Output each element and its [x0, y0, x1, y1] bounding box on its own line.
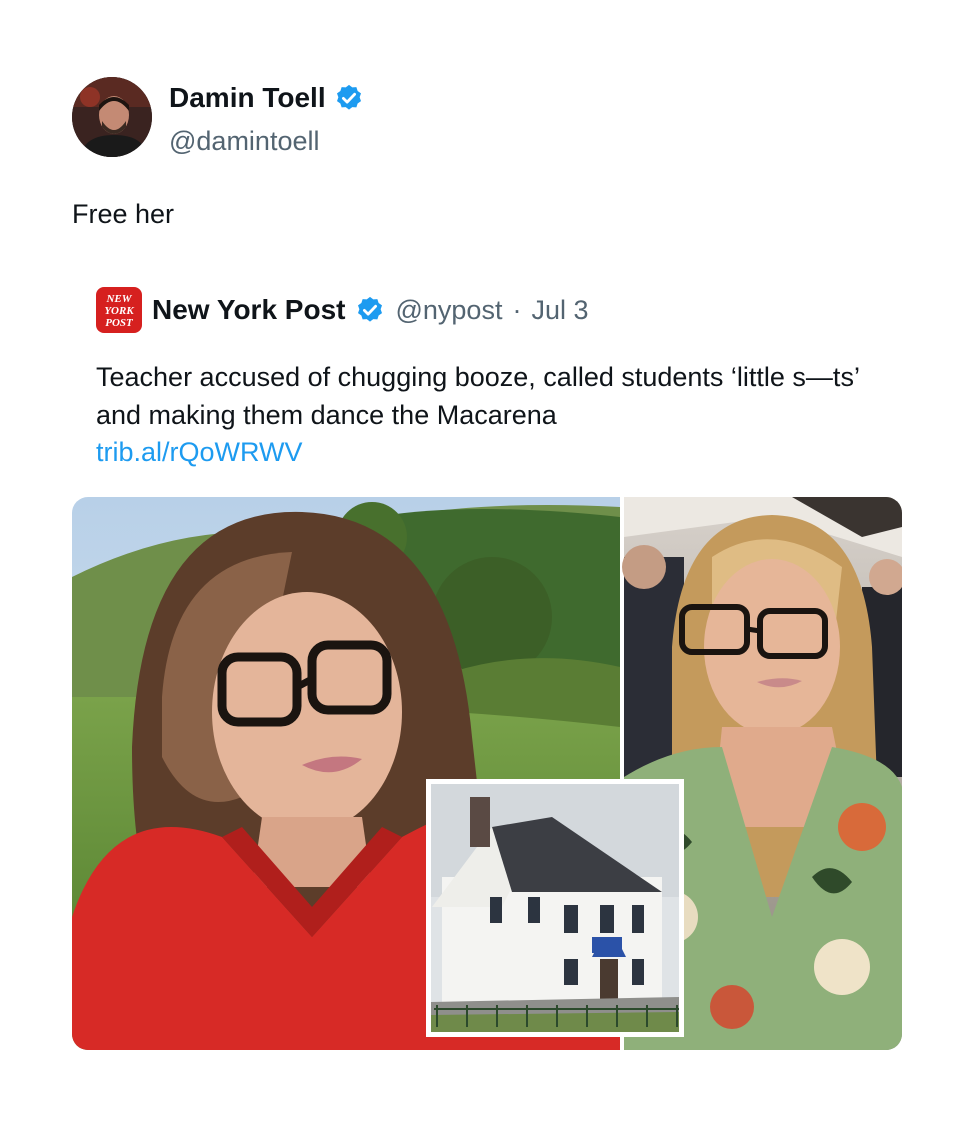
verified-badge-icon — [355, 295, 385, 325]
quote-link[interactable]: trib.al/rQoWRWV — [96, 437, 303, 468]
quote-source-name[interactable]: New York Post — [152, 294, 345, 326]
svg-text:POST: POST — [105, 317, 134, 329]
svg-text:NEW: NEW — [105, 293, 132, 305]
svg-text:YORK: YORK — [104, 305, 134, 317]
nypost-logo: NEW YORK POST — [96, 287, 142, 333]
author-name-row[interactable]: Damin Toell — [169, 80, 364, 116]
quote-header[interactable]: NEW YORK POST New York Post @nypost · Ju… — [96, 286, 589, 334]
avatar-image — [72, 77, 152, 157]
school-building-photo[interactable] — [426, 779, 684, 1037]
author-name[interactable]: Damin Toell — [169, 80, 326, 116]
meta-separator: · — [512, 294, 522, 325]
quote-date[interactable]: Jul 3 — [531, 295, 588, 326]
verified-badge-icon — [334, 83, 364, 113]
avatar[interactable] — [72, 77, 152, 157]
quote-text: Teacher accused of chugging booze, calle… — [96, 362, 859, 430]
author-handle[interactable]: @damintoell — [169, 126, 319, 157]
media-grid[interactable] — [72, 497, 902, 1050]
tweet-text: Free her — [72, 199, 175, 229]
quote-handle[interactable]: @nypost — [395, 295, 502, 326]
